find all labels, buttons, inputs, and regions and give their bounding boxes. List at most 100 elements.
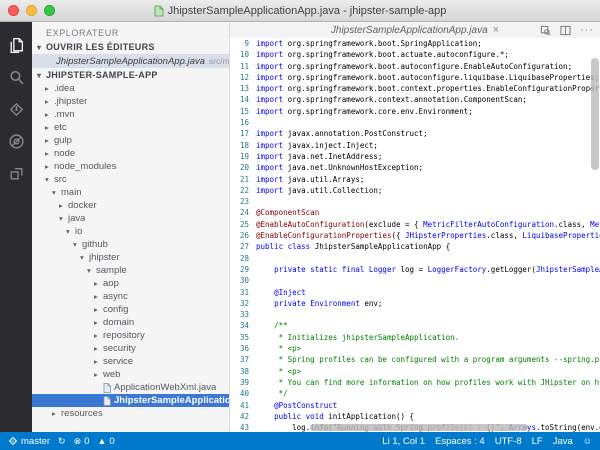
tree-folder-item[interactable]: ▸node [32,147,229,160]
code-line[interactable]: 21import java.util.Arrays; [230,174,600,185]
warning-counter[interactable]: ▲ 0 [97,436,114,447]
tree-folder-item[interactable]: ▸repository [32,329,229,342]
tree-file-item[interactable]: ApplicationWebXml.java [32,381,229,394]
line-number: 11 [230,61,256,72]
more-actions-icon[interactable]: ··· [580,26,594,34]
feedback-smiley-icon[interactable]: ☺ [583,437,592,446]
code-line[interactable]: 10import org.springframework.boot.actuat… [230,49,600,60]
tree-folder-item[interactable]: ▸.mvn [32,108,229,121]
code-editor[interactable]: 9import org.springframework.boot.SpringA… [230,38,600,432]
debug-icon[interactable] [0,125,32,157]
error-counter[interactable]: ⊗ 0 [74,436,90,447]
code-line[interactable]: 35 * Initializes jhipsterSampleApplicati… [230,332,600,343]
code-line[interactable]: 16 [230,117,600,128]
source-control-icon[interactable] [0,93,32,125]
code-line[interactable]: 20import java.net.UnknownHostException; [230,162,600,173]
code-line[interactable]: 17import javax.annotation.PostConstruct; [230,128,600,139]
tree-folder-item[interactable]: ▾src [32,173,229,186]
tree-item-label: async [103,291,128,302]
eol-setting[interactable]: LF [532,436,543,447]
code-line[interactable]: 32 private Environment env; [230,298,600,309]
open-editors-header[interactable]: ▾ OUVRIR LES ÉDITEURS [32,40,229,54]
indentation-setting[interactable]: Espaces : 4 [435,436,485,447]
tree-folder-item[interactable]: ▸config [32,303,229,316]
code-text: import java.net.InetAddress; [256,151,382,162]
line-number: 35 [230,332,256,343]
minimize-window-button[interactable] [26,5,37,16]
extensions-icon[interactable] [0,157,32,189]
tree-item-label: java [68,213,85,224]
code-line[interactable]: 23 [230,196,600,207]
tree-folder-item[interactable]: ▸domain [32,316,229,329]
git-branch-indicator[interactable]: master [8,436,50,447]
tree-folder-item[interactable]: ▾jhipster [32,251,229,264]
tree-folder-item[interactable]: ▸async [32,290,229,303]
code-line[interactable]: 31 @Inject [230,287,600,298]
code-line[interactable]: 39 * You can find more information on ho… [230,377,600,388]
tree-folder-item[interactable]: ▸aop [32,277,229,290]
code-line[interactable]: 37 * Spring profiles can be configured w… [230,354,600,365]
open-preview-icon[interactable] [540,25,551,36]
titlebar[interactable]: JhipsterSampleApplicationApp.java - jhip… [0,0,600,22]
code-line[interactable]: 12import org.springframework.boot.autoco… [230,72,600,83]
close-window-button[interactable] [8,5,19,16]
open-editor-item[interactable]: JhipsterSampleApplicationApp.java src/m.… [32,54,229,68]
code-line[interactable]: 19import java.net.InetAddress; [230,151,600,162]
sync-button[interactable]: ↻ [58,437,66,446]
tree-folder-item[interactable]: ▸gulp [32,134,229,147]
tree-folder-item[interactable]: ▾github [32,238,229,251]
code-line[interactable]: 22import java.util.Collection; [230,185,600,196]
code-line[interactable]: 28 [230,253,600,264]
code-line[interactable]: 15import org.springframework.core.env.En… [230,106,600,117]
code-line[interactable]: 24@ComponentScan [230,207,600,218]
code-line[interactable]: 41 @PostConstruct [230,400,600,411]
tree-folder-item[interactable]: ▸node_modules [32,160,229,173]
language-mode[interactable]: Java [553,436,573,447]
vertical-scrollbar[interactable] [591,58,599,170]
tree-folder-item[interactable]: ▸security [32,342,229,355]
chevron-down-icon: ▾ [37,43,46,52]
code-line[interactable]: 9import org.springframework.boot.SpringA… [230,38,600,49]
tree-folder-item[interactable]: ▾java [32,212,229,225]
code-line[interactable]: 14import org.springframework.context.ann… [230,94,600,105]
horizontal-scrollbar[interactable] [310,424,528,431]
tree-folder-item[interactable]: ▸service [32,355,229,368]
code-line[interactable]: 26@EnableConfigurationProperties({ JHips… [230,230,600,241]
code-line[interactable]: 42 public void initApplication() { [230,411,600,422]
tree-folder-item[interactable]: ▾main [32,186,229,199]
search-icon[interactable] [0,61,32,93]
code-line[interactable]: 27public class JhipsterSampleApplication… [230,241,600,252]
tree-folder-item[interactable]: ▸docker [32,199,229,212]
code-line[interactable]: 29 private static final Logger log = Log… [230,264,600,275]
tree-folder-item[interactable]: ▸.idea [32,82,229,95]
tree-file-item[interactable]: JhipsterSampleApplicationApp.java [32,394,229,407]
tree-folder-item[interactable]: ▾io [32,225,229,238]
code-line[interactable]: 36 * <p> [230,343,600,354]
code-line[interactable]: 13import org.springframework.boot.contex… [230,83,600,94]
code-line[interactable]: 33 [230,309,600,320]
tree-folder-item[interactable]: ▸web [32,368,229,381]
explorer-icon[interactable] [0,29,32,61]
code-line[interactable]: 25@EnableAutoConfiguration(exclude = { M… [230,219,600,230]
line-number: 32 [230,298,256,309]
tree-folder-item[interactable]: ▸resources [32,407,229,420]
code-line[interactable]: 30 [230,275,600,286]
cursor-position[interactable]: Li 1, Col 1 [382,436,425,447]
encoding-setting[interactable]: UTF-8 [495,436,522,447]
zoom-window-button[interactable] [44,5,55,16]
tree-folder-item[interactable]: ▸etc [32,121,229,134]
close-icon[interactable]: × [493,25,499,35]
editor-tab[interactable]: JhipsterSampleApplicationApp.java × [331,25,499,36]
tree-folder-item[interactable]: ▸.jhipster [32,95,229,108]
code-line[interactable]: 11import org.springframework.boot.autoco… [230,61,600,72]
split-editor-icon[interactable] [560,25,571,36]
code-text: * <p> [256,366,301,377]
open-editors-header-label: OUVRIR LES ÉDITEURS [46,42,155,52]
code-line[interactable]: 40 */ [230,388,600,399]
project-section-header[interactable]: ▾ JHIPSTER-SAMPLE-APP [32,68,229,82]
code-line[interactable]: 34 /** [230,320,600,331]
code-line[interactable]: 18import javax.inject.Inject; [230,140,600,151]
tree-folder-item[interactable]: ▾sample [32,264,229,277]
code-line[interactable]: 38 * <p> [230,366,600,377]
chevron-right-icon: ▸ [94,357,103,366]
